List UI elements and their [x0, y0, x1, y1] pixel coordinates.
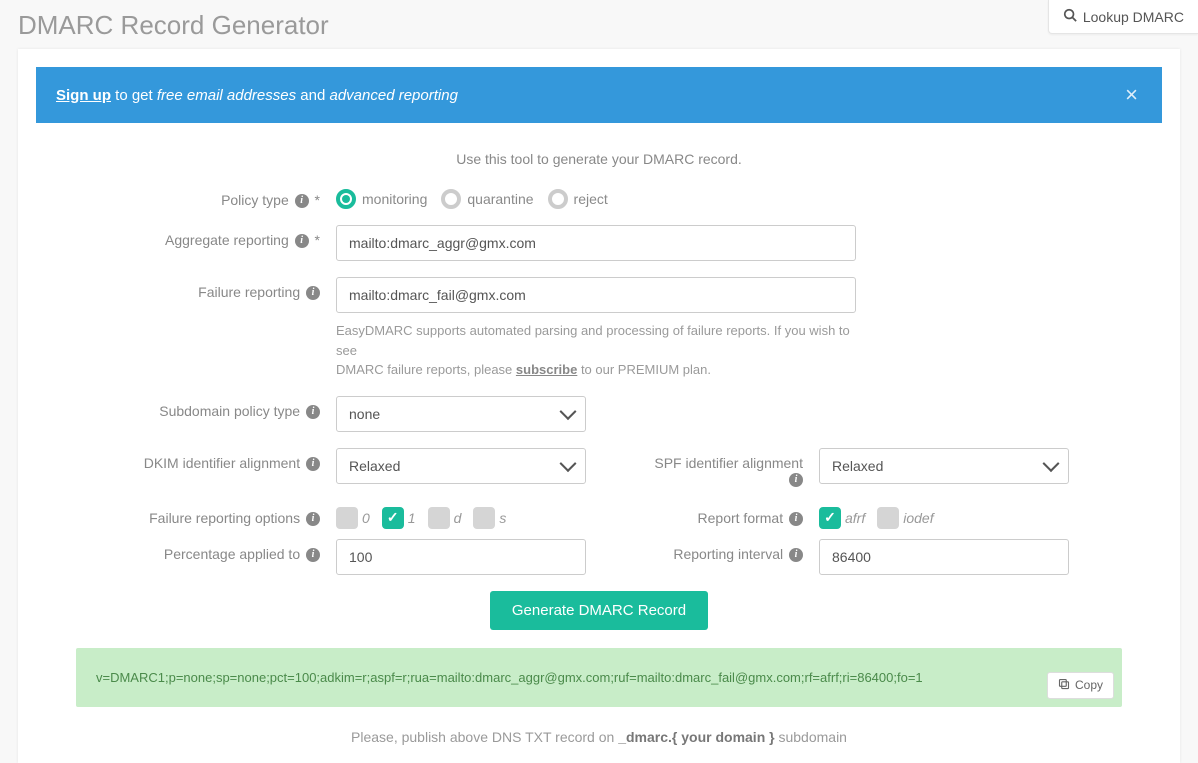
dkim-select[interactable]: Relaxed: [336, 448, 586, 484]
radio-monitoring[interactable]: monitoring: [336, 189, 427, 209]
check-s[interactable]: [473, 507, 495, 529]
info-icon[interactable]: i: [306, 512, 320, 526]
publish-domain: _dmarc.{ your domain }: [618, 729, 774, 745]
copy-label: Copy: [1075, 678, 1103, 692]
interval-input[interactable]: [819, 539, 1069, 575]
info-icon[interactable]: i: [306, 457, 320, 471]
banner-em2: advanced reporting: [329, 87, 457, 104]
info-icon[interactable]: i: [295, 234, 309, 248]
subscribe-link[interactable]: subscribe: [516, 362, 577, 377]
radio-quarantine[interactable]: quarantine: [441, 189, 533, 209]
info-icon[interactable]: i: [789, 473, 803, 487]
check-label: d: [454, 510, 462, 526]
check-label: 1: [408, 510, 416, 526]
label-percentage: Percentage applied to i: [56, 539, 336, 575]
percentage-input[interactable]: [336, 539, 586, 575]
radio-label: reject: [574, 191, 608, 207]
banner-text2: and: [296, 87, 329, 104]
failure-input[interactable]: [336, 277, 856, 313]
info-icon[interactable]: i: [306, 405, 320, 419]
check-label: afrf: [845, 510, 865, 526]
radio-reject[interactable]: reject: [548, 189, 608, 209]
label-spf: SPF identifier alignment i: [599, 448, 819, 487]
signup-link[interactable]: Sign up: [56, 87, 111, 104]
check-d[interactable]: [428, 507, 450, 529]
label-interval: Reporting interval i: [599, 539, 819, 575]
info-icon[interactable]: i: [789, 548, 803, 562]
intro-text: Use this tool to generate your DMARC rec…: [36, 151, 1162, 167]
copy-button[interactable]: Copy: [1047, 672, 1114, 699]
label-failure: Failure reporting i: [56, 277, 336, 300]
label-policy-type: Policy type i *: [56, 185, 336, 208]
label-report-format: Report format i: [599, 503, 819, 529]
policy-type-radios: monitoring quarantine reject: [336, 185, 1142, 209]
label-failure-opts: Failure reporting options i: [56, 503, 336, 529]
label-subdomain: Subdomain policy type i: [56, 396, 336, 419]
report-format-group: afrf iodef: [819, 503, 1142, 529]
signup-banner: Sign up to get free email addresses and …: [36, 67, 1162, 123]
page-title: DMARC Record Generator: [18, 10, 329, 41]
check-afrf[interactable]: [819, 507, 841, 529]
radio-label: quarantine: [467, 191, 533, 207]
check-0[interactable]: [336, 507, 358, 529]
info-icon[interactable]: i: [295, 194, 309, 208]
result-text: v=DMARC1;p=none;sp=none;pct=100;adkim=r;…: [96, 670, 923, 685]
dkim-select-wrap: Relaxed: [336, 448, 586, 484]
banner-em1: free email addresses: [157, 87, 296, 104]
label-dkim: DKIM identifier alignment i: [56, 448, 336, 484]
lookup-dmarc-button[interactable]: Lookup DMARC: [1048, 0, 1198, 34]
main-card: Sign up to get free email addresses and …: [18, 49, 1180, 763]
generate-button[interactable]: Generate DMARC Record: [490, 591, 708, 630]
close-icon[interactable]: ×: [1121, 82, 1142, 108]
publish-note: Please, publish above DNS TXT record on …: [36, 729, 1162, 745]
check-label: 0: [362, 510, 370, 526]
info-icon[interactable]: i: [306, 548, 320, 562]
failure-options-group: 0 1 d s: [336, 503, 599, 529]
lookup-label: Lookup DMARC: [1083, 9, 1184, 25]
subdomain-select[interactable]: none: [336, 396, 586, 432]
search-icon: [1063, 8, 1077, 25]
copy-icon: [1058, 678, 1070, 693]
spf-select-wrap: Relaxed: [819, 448, 1069, 484]
subdomain-select-wrap: none: [336, 396, 586, 432]
check-label: s: [499, 510, 506, 526]
failure-help: EasyDMARC supports automated parsing and…: [336, 321, 856, 380]
aggregate-input[interactable]: [336, 225, 856, 261]
info-icon[interactable]: i: [306, 286, 320, 300]
check-1[interactable]: [382, 507, 404, 529]
banner-text: to get: [111, 87, 157, 104]
check-iodef[interactable]: [877, 507, 899, 529]
info-icon[interactable]: i: [789, 512, 803, 526]
radio-label: monitoring: [362, 191, 427, 207]
spf-select[interactable]: Relaxed: [819, 448, 1069, 484]
check-label: iodef: [903, 510, 933, 526]
label-aggregate: Aggregate reporting i *: [56, 225, 336, 248]
